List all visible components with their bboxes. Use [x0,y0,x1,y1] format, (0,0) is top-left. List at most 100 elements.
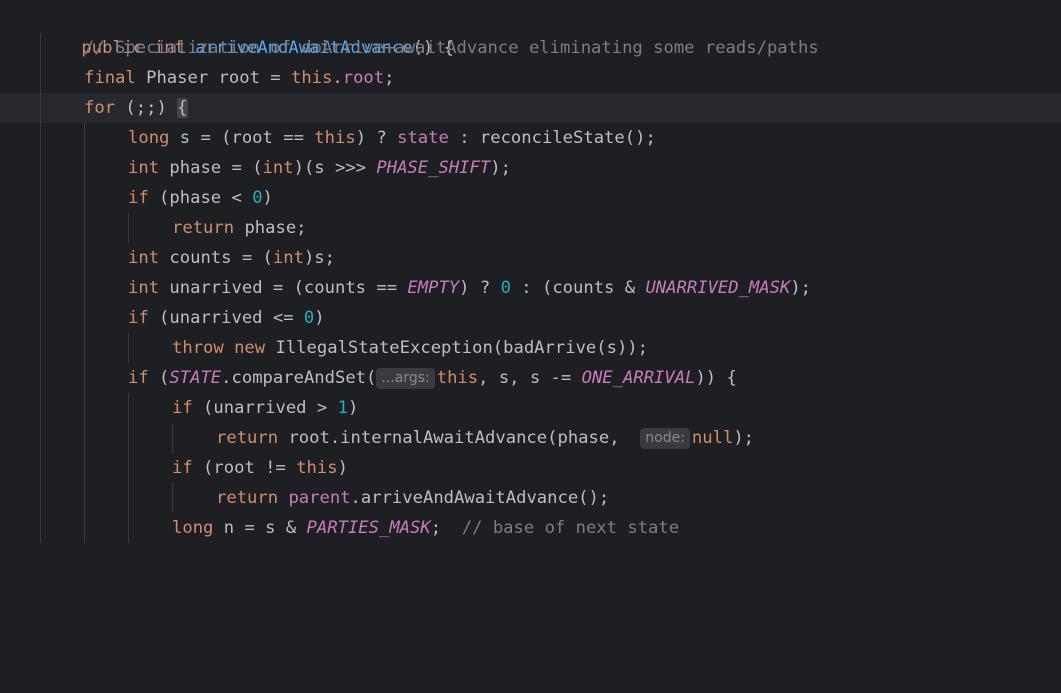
code-token: return [216,428,289,448]
indent-guide [84,333,85,363]
code-token: ); [490,158,511,178]
code-token: long [172,518,224,538]
code-text: long s = (root == this) ? state : reconc… [128,123,656,153]
code-token: 0 [303,308,315,328]
code-line[interactable]: return phase; [0,213,1061,243]
code-token: : reconcileState(); [448,128,656,148]
code-token: s = (root == [179,128,315,148]
code-line[interactable]: if (STATE.compareAndSet(...args: this, s,… [0,363,1061,393]
code-token: root.internalAwaitAdvance(phase, [288,428,641,448]
indent-guide [40,303,41,333]
code-token: (;;) [125,98,178,118]
code-line[interactable]: public int arriveAndAwaitAdvance() { [0,3,1061,58]
code-token: int [128,248,170,268]
code-text: final Phaser root = this.root; [84,63,395,93]
code-token: ); [790,278,812,298]
code-token: this [290,68,333,88]
code-token: int [262,158,294,178]
code-token: )(s >>> [293,158,377,178]
code-line[interactable]: final Phaser root = this.root; [0,63,1061,93]
code-token: PARTIES_MASK [306,518,431,538]
code-text: return parent.arriveAndAwaitAdvance(); [216,483,609,513]
code-text: int unarrived = (counts == EMPTY) ? 0 : … [128,273,811,303]
code-token: phase; [244,218,307,238]
current-code-line[interactable]: for (;;) { [0,93,1061,123]
code-token: root [342,68,385,88]
code-line[interactable]: int counts = (int)s; [0,243,1061,273]
indent-guide [40,513,41,543]
indent-guide [40,423,41,453]
code-text: return root.internalAwaitAdvance(phase, … [216,423,754,453]
code-text: int phase = (int)(s >>> PHASE_SHIFT); [128,153,511,183]
code-token: ONE_ARRIVAL [581,368,696,388]
indent-guide [84,183,85,213]
indent-guide [40,363,41,393]
code-token: null [691,428,734,448]
code-text: return phase; [172,213,307,243]
code-token: if [128,368,160,388]
code-text: int counts = (int)s; [128,243,335,273]
code-line[interactable]: if (root != this) [0,453,1061,483]
code-line[interactable]: if (phase < 0) [0,183,1061,213]
indent-guide [84,423,85,453]
code-token: return [216,488,289,508]
indent-guide [40,333,41,363]
code-token: ) [262,188,273,208]
code-line[interactable]: return root.internalAwaitAdvance(phase, … [0,423,1061,453]
code-line[interactable]: // Specialization of doArrive+awaitAdvan… [0,33,1061,63]
indent-guide [40,273,41,303]
code-line[interactable]: long n = s & PARTIES_MASK; // base of ne… [0,513,1061,543]
indent-guide [84,303,85,333]
code-token: (root != [203,458,297,478]
indent-guide [128,483,129,513]
code-token: parent [288,488,351,508]
indent-guide [84,273,85,303]
indent-guide [40,183,41,213]
indent-guide [84,243,85,273]
indent-guide [128,513,129,543]
code-text: long n = s & PARTIES_MASK; // base of ne… [172,513,679,543]
indent-guide [84,393,85,423]
indent-guide [40,483,41,513]
code-token: if [172,398,204,418]
code-token: ); [733,428,755,448]
parameter-hint: ...args: [376,368,435,389]
indent-guide [84,513,85,543]
code-comment: // base of next state [461,518,680,538]
indent-guide [128,453,129,483]
code-token: .compareAndSet( [221,368,377,388]
code-text: if (phase < 0) [128,183,273,213]
indent-guide [40,213,41,243]
code-line[interactable]: throw new IllegalStateException(badArriv… [0,333,1061,363]
code-token: (phase < [159,188,253,208]
code-line[interactable]: int phase = (int)(s >>> PHASE_SHIFT); [0,153,1061,183]
code-token: final [84,68,147,88]
code-line[interactable]: long s = (root == this) ? state : reconc… [0,123,1061,153]
code-token: int [128,278,170,298]
code-token: (unarrived > [203,398,338,418]
code-editor[interactable]: public int arriveAndAwaitAdvance() { // … [0,0,1061,543]
code-line[interactable]: int unarrived = (counts == EMPTY) ? 0 : … [0,273,1061,303]
code-line[interactable]: if (unarrived > 1) [0,393,1061,423]
indent-guide [40,243,41,273]
code-comment: // Specialization of doArrive+awaitAdvan… [84,38,819,58]
code-token: phase = ( [169,158,263,178]
code-token: 0 [500,278,511,298]
indent-guide [40,153,41,183]
code-token: counts = ( [169,248,273,268]
indent-guide [40,33,41,63]
indent-guide [40,453,41,483]
code-line[interactable]: if (unarrived <= 0) [0,303,1061,333]
code-token: throw new [172,338,276,358]
indent-guide [172,483,173,513]
code-text: for (;;) { [84,93,188,123]
code-token: if [172,458,204,478]
code-token: int [272,248,304,268]
code-line[interactable]: return parent.arriveAndAwaitAdvance(); [0,483,1061,513]
code-token: this [296,458,338,478]
code-token: UNARRIVED_MASK [645,278,791,298]
code-token: ) ? [459,278,501,298]
code-token: ) ? [355,128,398,148]
code-token: int [128,158,170,178]
code-token: state [397,128,449,148]
